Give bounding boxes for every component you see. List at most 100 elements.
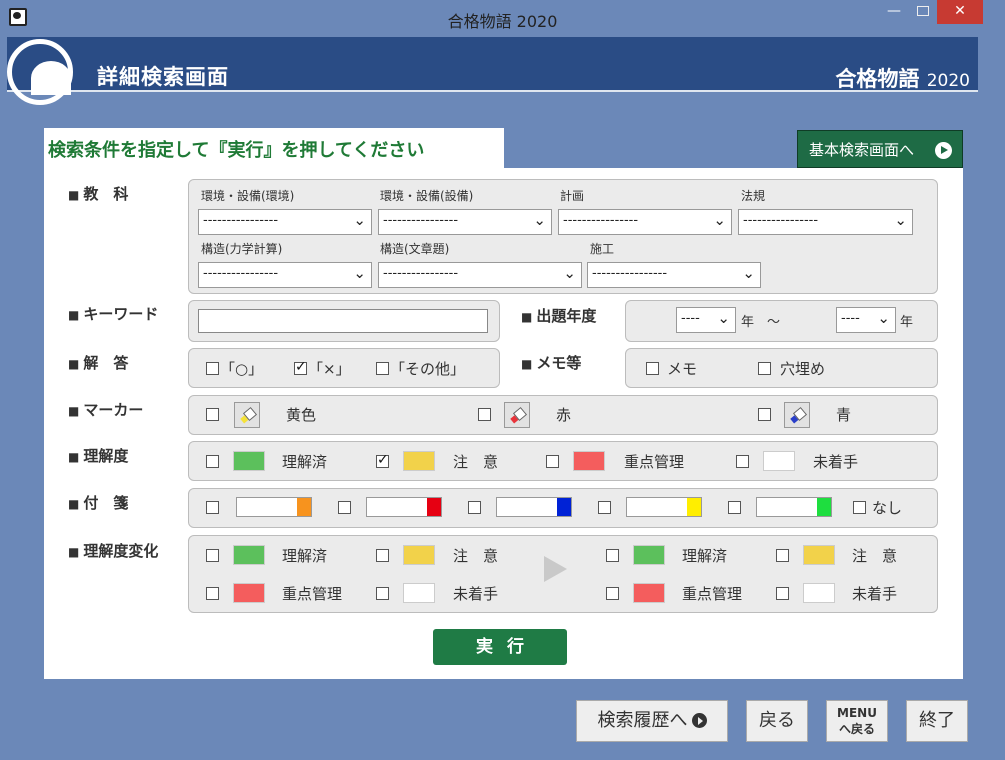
- red-marker-icon: [504, 402, 530, 428]
- subject-label: 施工: [590, 242, 615, 256]
- tag-yellow-checkbox[interactable]: [598, 501, 611, 514]
- subject-label: 構造(文章題): [380, 242, 450, 256]
- year-label: 出題年度: [521, 305, 596, 326]
- green-tag: [756, 497, 832, 517]
- screen-title: 詳細検索画面: [97, 65, 229, 89]
- answer-label: 解 答: [68, 352, 128, 373]
- understanding-option: 注 意: [453, 453, 499, 471]
- caution-checkbox[interactable]: [376, 452, 389, 468]
- orange-tag: [236, 497, 312, 517]
- exit-button[interactable]: 終了: [906, 700, 968, 742]
- subject-select-law[interactable]: ----------------: [738, 209, 913, 235]
- subject-label: 構造(力学計算): [201, 242, 283, 256]
- subject-select-plan[interactable]: ----------------: [558, 209, 732, 235]
- memo-option: メモ: [667, 360, 698, 378]
- answer-batsu-checkbox[interactable]: [294, 359, 307, 375]
- arrow-right-icon: [691, 713, 707, 728]
- subject-select-equip[interactable]: ----------------: [378, 209, 552, 235]
- from-untouched-checkbox[interactable]: [376, 587, 389, 600]
- keyword-label: キーワード: [68, 303, 158, 324]
- change-from-option: 理解済: [282, 547, 328, 565]
- change-to-option: 理解済: [682, 547, 728, 565]
- basic-search-button[interactable]: 基本検索画面へ: [797, 130, 963, 168]
- back-button[interactable]: 戻る: [746, 700, 808, 742]
- search-history-button[interactable]: 検索履歴へ: [576, 700, 728, 742]
- window-titlebar: 合格物語 2020 — ✕: [0, 0, 1005, 36]
- change-from-option: 未着手: [453, 585, 499, 603]
- subject-select-construction[interactable]: ----------------: [587, 262, 761, 288]
- tag-blue-checkbox[interactable]: [468, 501, 481, 514]
- marker-option: 黄色: [286, 406, 317, 424]
- yellow-marker-icon: [234, 402, 260, 428]
- blue-marker-icon: [784, 402, 810, 428]
- app-logo-icon: [7, 39, 77, 105]
- subject-label: 環境・設備(環境): [201, 189, 295, 203]
- change-from-option: 注 意: [453, 547, 499, 565]
- understanding-change-label: 理解度変化: [68, 540, 158, 561]
- tag-red-checkbox[interactable]: [338, 501, 351, 514]
- minimize-button[interactable]: —: [880, 0, 908, 24]
- green-swatch: [233, 545, 265, 565]
- subject-select-env[interactable]: ----------------: [198, 209, 372, 235]
- panel-title: 検索条件を指定して『実行』を押してください: [44, 128, 437, 168]
- tag-none-label: なし: [872, 499, 903, 517]
- untouched-checkbox[interactable]: [736, 455, 749, 468]
- year-from-select[interactable]: ----: [676, 307, 736, 333]
- tags-label: 付 箋: [68, 492, 128, 513]
- arrow-right-icon: [935, 142, 952, 159]
- white-swatch: [763, 451, 795, 471]
- to-untouched-checkbox[interactable]: [776, 587, 789, 600]
- menu-back-button[interactable]: MENU へ戻る: [826, 700, 888, 742]
- focus-checkbox[interactable]: [546, 455, 559, 468]
- memo-option: 穴埋め: [780, 360, 826, 378]
- answer-option: 「×」: [308, 360, 351, 378]
- subject-label: 法規: [741, 189, 766, 203]
- year-to-unit: 年: [900, 315, 914, 330]
- tag-green-checkbox[interactable]: [728, 501, 741, 514]
- arrow-right-icon: [544, 556, 567, 582]
- green-swatch: [233, 451, 265, 471]
- subject-label: 計画: [560, 189, 585, 203]
- white-swatch: [803, 583, 835, 603]
- maximize-icon: [917, 6, 929, 16]
- maximize-button[interactable]: [910, 0, 936, 24]
- year-to-select[interactable]: ----: [836, 307, 896, 333]
- yellow-swatch: [803, 545, 835, 565]
- from-focus-checkbox[interactable]: [206, 587, 219, 600]
- memo-checkbox[interactable]: [646, 362, 659, 375]
- subject-select-struct-text[interactable]: ----------------: [378, 262, 582, 288]
- marker-red-checkbox[interactable]: [478, 408, 491, 421]
- tag-orange-checkbox[interactable]: [206, 501, 219, 514]
- marker-option: 赤: [556, 406, 572, 424]
- keyword-input[interactable]: [198, 309, 488, 333]
- blue-tag: [496, 497, 572, 517]
- to-caution-checkbox[interactable]: [776, 549, 789, 562]
- subject-select-struct-calc[interactable]: ----------------: [198, 262, 372, 288]
- tag-none-checkbox[interactable]: [853, 501, 866, 514]
- fill-blank-checkbox[interactable]: [758, 362, 771, 375]
- understanding-option: 重点管理: [624, 453, 685, 471]
- marker-option: 青: [836, 406, 852, 424]
- understanding-label: 理解度: [68, 445, 128, 466]
- to-focus-checkbox[interactable]: [606, 587, 619, 600]
- answer-maru-checkbox[interactable]: [206, 362, 219, 375]
- year-from-unit: 年 ～: [741, 315, 781, 330]
- memo-label: メモ等: [521, 352, 581, 373]
- understood-checkbox[interactable]: [206, 455, 219, 468]
- red-swatch: [573, 451, 605, 471]
- from-understood-checkbox[interactable]: [206, 549, 219, 562]
- answer-other-checkbox[interactable]: [376, 362, 389, 375]
- change-to-option: 未着手: [852, 585, 898, 603]
- subject-label: 環境・設備(設備): [380, 189, 474, 203]
- yellow-swatch: [403, 545, 435, 565]
- to-understood-checkbox[interactable]: [606, 549, 619, 562]
- yellow-tag: [626, 497, 702, 517]
- close-button[interactable]: ✕: [937, 0, 983, 24]
- marker-yellow-checkbox[interactable]: [206, 408, 219, 421]
- answer-option: 「○」: [220, 360, 264, 378]
- from-caution-checkbox[interactable]: [376, 549, 389, 562]
- change-to-option: 重点管理: [682, 585, 743, 603]
- execute-button[interactable]: 実行: [433, 629, 567, 665]
- subjects-label: 教 科: [68, 183, 128, 204]
- marker-blue-checkbox[interactable]: [758, 408, 771, 421]
